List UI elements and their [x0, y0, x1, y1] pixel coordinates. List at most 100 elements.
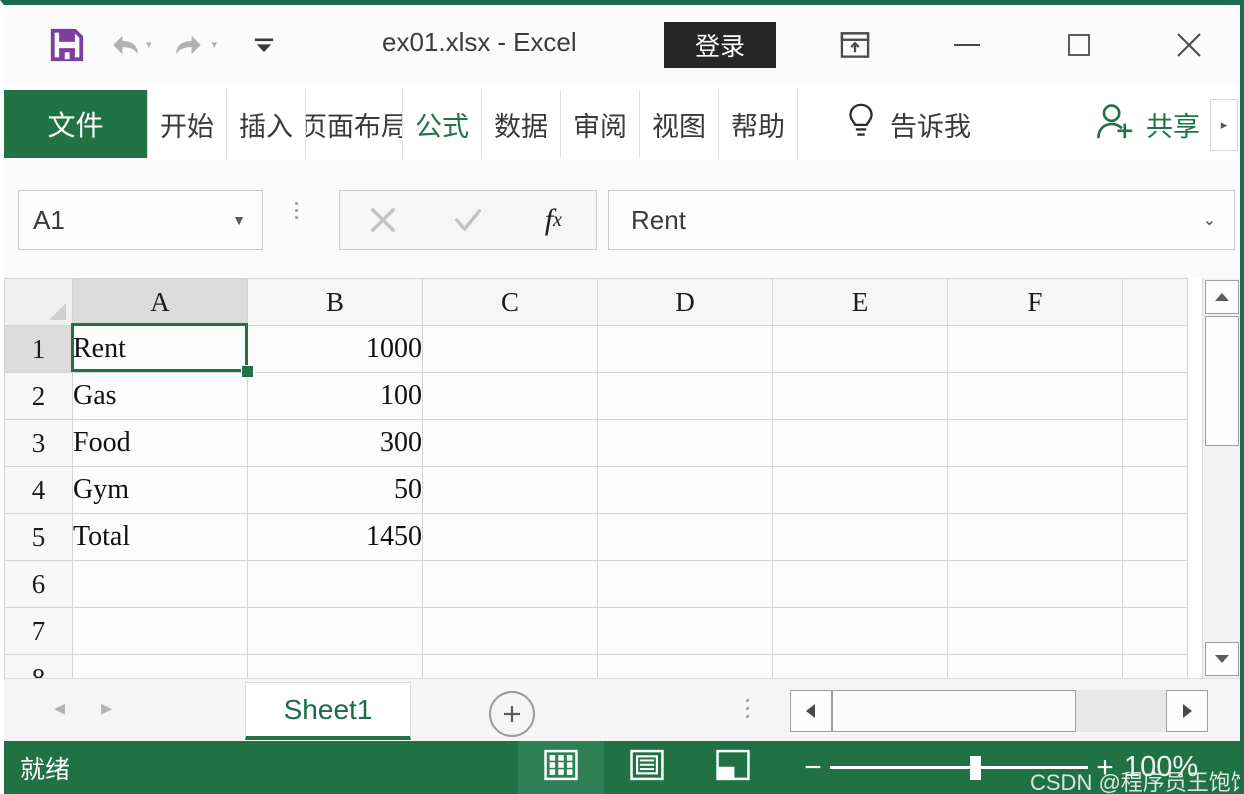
sheet-next-icon[interactable]: ▸ [101, 695, 112, 721]
ribbon-options-icon[interactable] [826, 19, 884, 71]
cell-a4[interactable]: Gym [72, 466, 248, 514]
save-icon[interactable] [48, 26, 86, 64]
close-icon[interactable] [1160, 19, 1218, 71]
redo-dropdown-arrow[interactable]: ▾ [212, 39, 218, 51]
name-box-dropdown-arrow[interactable]: ▼ [232, 212, 262, 228]
cell-f1[interactable] [947, 325, 1123, 373]
column-header-b[interactable]: B [247, 278, 423, 326]
scroll-right-icon[interactable] [1166, 690, 1208, 732]
row-header-6[interactable]: 6 [4, 560, 73, 608]
row-header-1[interactable]: 1 [4, 325, 73, 373]
cell-c7[interactable] [422, 607, 598, 655]
customize-qat-icon[interactable] [251, 32, 277, 58]
scroll-down-icon[interactable] [1205, 642, 1239, 676]
normal-view-button[interactable] [518, 741, 604, 794]
tab-review[interactable]: 审阅 [561, 90, 640, 158]
cell-d4[interactable] [597, 466, 773, 514]
tab-home[interactable]: 开始 [147, 90, 227, 158]
spreadsheet-grid[interactable]: A B C D E F 1 Rent 1000 2 Gas 100 3 Food… [4, 278, 1240, 702]
scroll-left-icon[interactable] [790, 690, 832, 732]
column-header-f[interactable]: F [947, 278, 1123, 326]
cancel-icon[interactable] [351, 193, 415, 247]
scroll-up-icon[interactable] [1205, 280, 1239, 314]
cell-b2[interactable]: 100 [247, 372, 423, 420]
cell-f2[interactable] [947, 372, 1123, 420]
tab-formulas[interactable]: 公式 [403, 90, 482, 158]
cell-e2[interactable] [772, 372, 948, 420]
cell-e5[interactable] [772, 513, 948, 561]
sign-in-button[interactable]: 登录 [664, 22, 776, 68]
cell-c1[interactable] [422, 325, 598, 373]
plus-circle-icon[interactable] [489, 691, 535, 737]
cell-b1[interactable]: 1000 [247, 325, 423, 373]
formula-expand-arrow[interactable]: ⌄ [1203, 210, 1234, 230]
row-header-5[interactable]: 5 [4, 513, 73, 561]
cell-a3[interactable]: Food [72, 419, 248, 467]
cell-e3[interactable] [772, 419, 948, 467]
undo-group[interactable]: ▾ [104, 28, 152, 62]
cell-c4[interactable] [422, 466, 598, 514]
cell-e4[interactable] [772, 466, 948, 514]
column-header-g-partial[interactable] [1122, 278, 1188, 326]
tab-view[interactable]: 视图 [640, 90, 719, 158]
cell-b3[interactable]: 300 [247, 419, 423, 467]
cell-c2[interactable] [422, 372, 598, 420]
vertical-scroll-thumb[interactable] [1205, 316, 1239, 446]
cell-d5[interactable] [597, 513, 773, 561]
undo-dropdown-arrow[interactable]: ▾ [146, 39, 152, 51]
cell-a5[interactable]: Total [72, 513, 248, 561]
page-break-view-button[interactable] [690, 741, 776, 794]
cell-e7[interactable] [772, 607, 948, 655]
cell-f5[interactable] [947, 513, 1123, 561]
cell-f6[interactable] [947, 560, 1123, 608]
cell-d7[interactable] [597, 607, 773, 655]
cell-b7[interactable] [247, 607, 423, 655]
cell-e6[interactable] [772, 560, 948, 608]
cell-d1[interactable] [597, 325, 773, 373]
cell-a1[interactable]: Rent [72, 325, 248, 373]
column-header-e[interactable]: E [772, 278, 948, 326]
tab-file[interactable]: 文件 [4, 90, 147, 158]
row-header-7[interactable]: 7 [4, 607, 73, 655]
cell-a6[interactable] [72, 560, 248, 608]
formula-bar-resize-handle[interactable] [295, 202, 298, 219]
maximize-icon[interactable] [1050, 19, 1108, 71]
column-header-c[interactable]: C [422, 278, 598, 326]
cell-e1[interactable] [772, 325, 948, 373]
cell-g5[interactable] [1122, 513, 1188, 561]
zoom-slider[interactable] [830, 741, 1088, 794]
cell-c6[interactable] [422, 560, 598, 608]
cell-g6[interactable] [1122, 560, 1188, 608]
horizontal-scrollbar[interactable] [790, 690, 1208, 732]
insert-function-icon[interactable]: fx [521, 193, 585, 247]
cell-f7[interactable] [947, 607, 1123, 655]
confirm-icon[interactable] [436, 193, 500, 247]
cell-d2[interactable] [597, 372, 773, 420]
cell-f4[interactable] [947, 466, 1123, 514]
zoom-out-button[interactable]: − [796, 752, 830, 783]
cell-g7[interactable] [1122, 607, 1188, 655]
tab-insert[interactable]: 插入 [227, 90, 306, 158]
sheet-tab-sheet1[interactable]: Sheet1 [245, 682, 411, 740]
cell-f3[interactable] [947, 419, 1123, 467]
cell-g4[interactable] [1122, 466, 1188, 514]
row-header-3[interactable]: 3 [4, 419, 73, 467]
ribbon-expand-arrow[interactable]: ▸ [1210, 99, 1238, 151]
zoom-slider-thumb[interactable] [970, 756, 981, 780]
redo-group[interactable]: ▾ [170, 28, 218, 62]
cell-c5[interactable] [422, 513, 598, 561]
cell-b6[interactable] [247, 560, 423, 608]
zoom-in-button[interactable]: + [1088, 752, 1122, 783]
formula-input[interactable]: Rent ⌄ [608, 190, 1235, 250]
sheet-bar-resize-handle[interactable] [746, 699, 749, 718]
tab-page-layout[interactable]: 页面布局 [306, 90, 403, 158]
row-header-2[interactable]: 2 [4, 372, 73, 420]
cell-b5[interactable]: 1450 [247, 513, 423, 561]
cell-a7[interactable] [72, 607, 248, 655]
row-header-4[interactable]: 4 [4, 466, 73, 514]
fill-handle[interactable] [241, 365, 254, 378]
tell-me-button[interactable]: 告诉我 [844, 90, 971, 158]
name-box[interactable]: A1 ▼ [18, 190, 263, 250]
select-all-corner[interactable] [4, 278, 73, 326]
cell-g2[interactable] [1122, 372, 1188, 420]
